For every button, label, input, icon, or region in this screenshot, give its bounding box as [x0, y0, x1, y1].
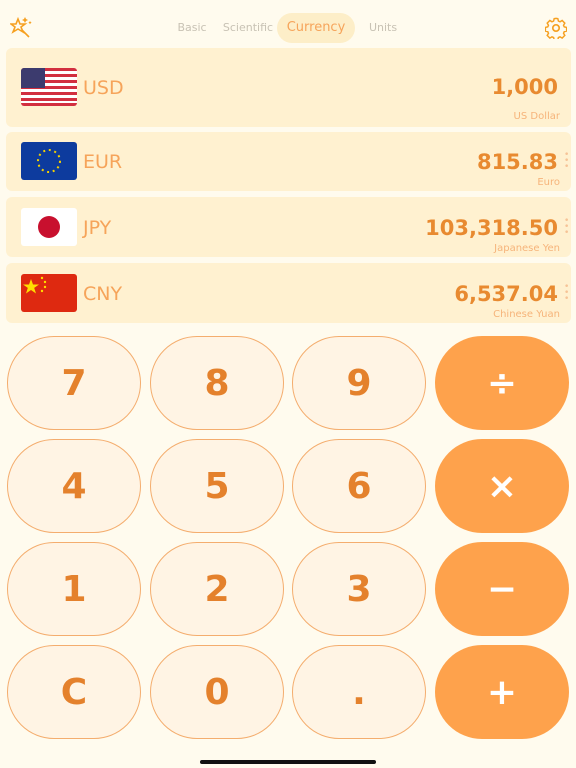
- currency-name: Chinese Yuan: [493, 309, 560, 320]
- tab-scientific[interactable]: Scientific: [222, 13, 274, 43]
- drag-handle-icon[interactable]: • • •: [564, 283, 569, 304]
- currency-value: 6,537.04: [454, 282, 558, 306]
- currency-code: JPY: [83, 217, 112, 239]
- currency-name: Euro: [537, 177, 560, 188]
- key-5[interactable]: 5: [150, 439, 284, 533]
- subtract-button[interactable]: −: [435, 542, 569, 636]
- decimal-button[interactable]: .: [292, 645, 426, 739]
- currency-value: 103,318.50: [425, 216, 558, 240]
- japan-flag-icon: [21, 208, 77, 246]
- key-0[interactable]: 0: [150, 645, 284, 739]
- currency-code: USD: [83, 77, 124, 99]
- tab-currency[interactable]: Currency: [277, 13, 355, 43]
- clear-button[interactable]: C: [7, 645, 141, 739]
- drag-handle-icon[interactable]: • • •: [564, 217, 569, 238]
- key-2[interactable]: 2: [150, 542, 284, 636]
- currency-value: 1,000: [491, 75, 558, 99]
- multiply-button[interactable]: ×: [435, 439, 569, 533]
- eu-flag-icon: [21, 142, 77, 180]
- key-6[interactable]: 6: [292, 439, 426, 533]
- key-4[interactable]: 4: [7, 439, 141, 533]
- gear-icon[interactable]: [545, 17, 567, 39]
- add-button[interactable]: +: [435, 645, 569, 739]
- currency-value: 815.83: [476, 150, 558, 174]
- currency-row-usd[interactable]: USD 1,000 US Dollar: [6, 48, 571, 127]
- currency-row-eur[interactable]: EUR 815.83 Euro • • •: [6, 132, 571, 191]
- key-3[interactable]: 3: [292, 542, 426, 636]
- key-8[interactable]: 8: [150, 336, 284, 430]
- currency-code: CNY: [83, 283, 123, 305]
- us-flag-icon: [21, 68, 77, 106]
- currency-name: Japanese Yen: [494, 243, 560, 254]
- key-1[interactable]: 1: [7, 542, 141, 636]
- currency-name: US Dollar: [513, 111, 560, 122]
- magic-wand-icon[interactable]: [10, 15, 32, 39]
- key-9[interactable]: 9: [292, 336, 426, 430]
- currency-row-cny[interactable]: CNY 6,537.04 Chinese Yuan • • •: [6, 263, 571, 323]
- currency-code: EUR: [83, 151, 123, 173]
- tab-basic[interactable]: Basic: [172, 13, 212, 43]
- divide-button[interactable]: ÷: [435, 336, 569, 430]
- drag-handle-icon[interactable]: • • •: [564, 151, 569, 172]
- china-flag-icon: [21, 274, 77, 312]
- home-indicator[interactable]: [200, 760, 376, 764]
- currency-row-jpy[interactable]: JPY 103,318.50 Japanese Yen • • •: [6, 197, 571, 257]
- key-7[interactable]: 7: [7, 336, 141, 430]
- tab-units[interactable]: Units: [362, 13, 404, 43]
